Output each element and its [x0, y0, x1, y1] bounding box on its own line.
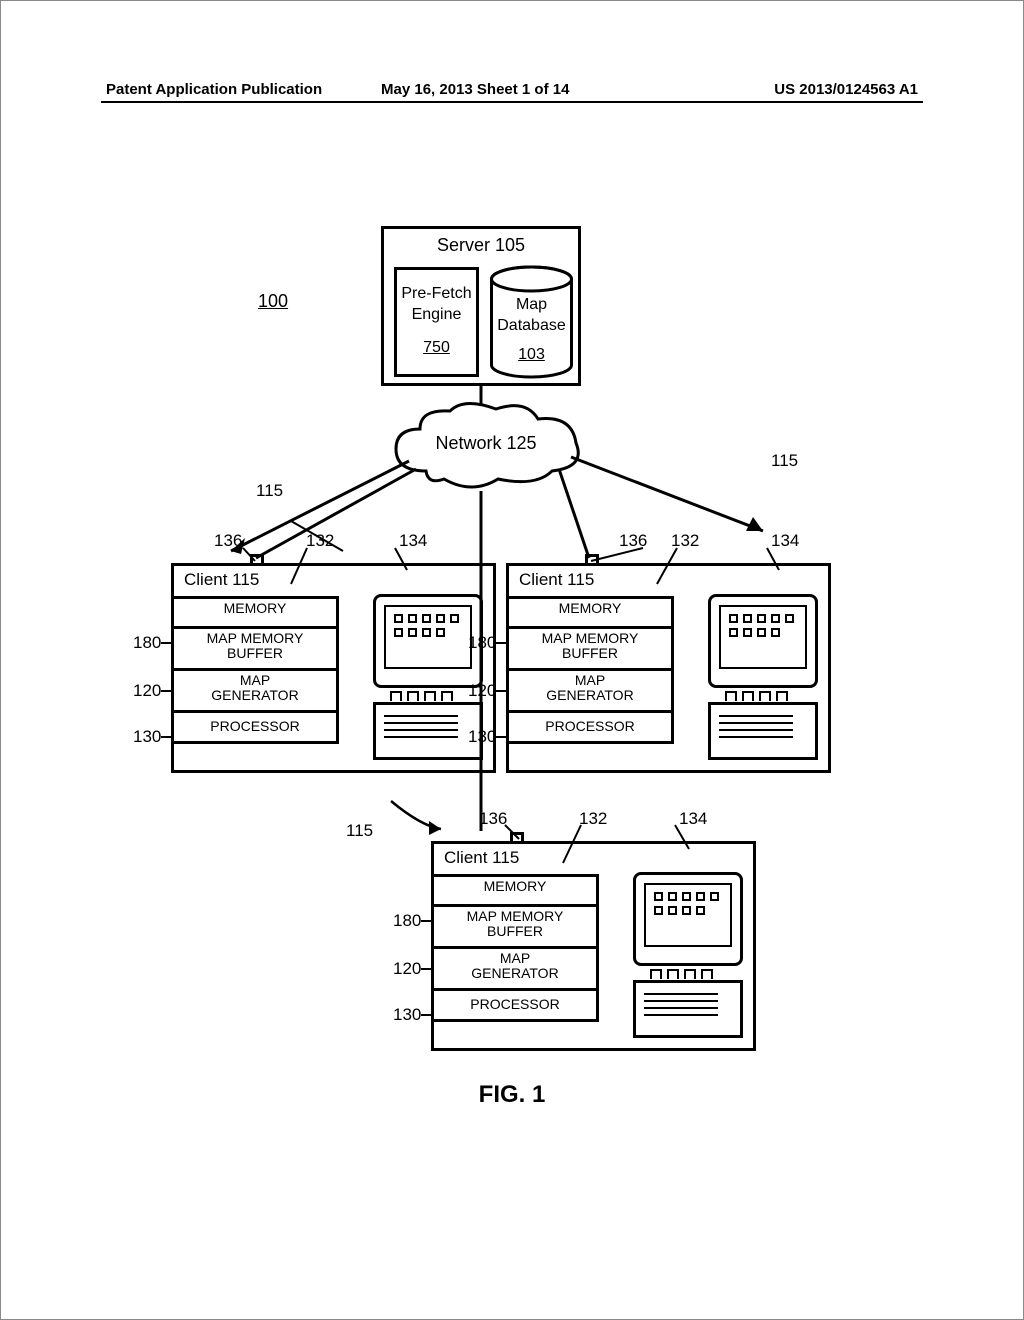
memory-stack-2: MEMORY MAP MEMORY BUFFER MAP GENERATOR P… — [506, 596, 674, 744]
header-left: Patent Application Publication — [106, 81, 322, 98]
processor-row: PROCESSOR — [171, 710, 339, 744]
prefetch-l1: Pre-Fetch — [397, 284, 476, 305]
ref-120-c3: 120 — [393, 959, 421, 979]
memory-row: MEMORY — [506, 596, 674, 626]
map-memory-buffer-row: MAP MEMORY BUFFER — [431, 904, 599, 946]
ref-180-c3: 180 — [393, 911, 421, 931]
server-box: Server 105 Pre-Fetch Engine 750 Map Data… — [381, 226, 581, 386]
client-title-2: Client 115 — [519, 570, 594, 590]
map-generator-row: MAP GENERATOR — [506, 668, 674, 710]
device-box-icon — [633, 980, 743, 1038]
db-ref: 103 — [489, 345, 574, 366]
side-leaders-c1 — [159, 637, 173, 747]
map-database-cylinder: Map Database 103 — [489, 267, 574, 377]
map-mem-l1: MAP MEMORY — [174, 631, 336, 646]
prefetch-l2: Engine — [397, 305, 476, 326]
client-ref-left: 115 — [256, 481, 283, 501]
map-gen-l2: GENERATOR — [434, 966, 596, 981]
ref-120-c2: 120 — [468, 681, 496, 701]
header-rule — [101, 101, 923, 103]
map-mem-l2: BUFFER — [434, 924, 596, 939]
header-middle: May 16, 2013 Sheet 1 of 14 — [381, 81, 569, 98]
ref-120-c1: 120 — [133, 681, 161, 701]
map-generator-row: MAP GENERATOR — [431, 946, 599, 988]
client-title-3: Client 115 — [444, 848, 519, 868]
side-leaders-c3 — [419, 915, 433, 1025]
processor-row: PROCESSOR — [431, 988, 599, 1022]
ref-180-c1: 180 — [133, 633, 161, 653]
memory-row: MEMORY — [431, 874, 599, 904]
ref-130-c2: 130 — [468, 727, 496, 747]
db-l2: Database — [489, 316, 574, 337]
phone-icon — [373, 594, 483, 688]
client-box-2: Client 115 MEMORY MAP MEMORY BUFFER MAP … — [506, 563, 831, 773]
map-mem-l1: MAP MEMORY — [509, 631, 671, 646]
phone-screen — [384, 605, 472, 669]
prefetch-engine-box: Pre-Fetch Engine 750 — [394, 267, 479, 377]
client-box-3: Client 115 MEMORY MAP MEMORY BUFFER MAP … — [431, 841, 756, 1051]
side-leaders-c2 — [494, 637, 508, 747]
phone-icon — [633, 872, 743, 966]
client-ref-bottom: 115 — [346, 821, 373, 841]
map-mem-l2: BUFFER — [509, 646, 671, 661]
map-memory-buffer-row: MAP MEMORY BUFFER — [171, 626, 339, 668]
memory-stack-1: MEMORY MAP MEMORY BUFFER MAP GENERATOR P… — [171, 596, 339, 744]
client-title-1: Client 115 — [184, 570, 259, 590]
antenna-icon — [250, 554, 264, 564]
phone-icon — [708, 594, 818, 688]
memory-stack-3: MEMORY MAP MEMORY BUFFER MAP GENERATOR P… — [431, 874, 599, 1022]
device-box-icon — [373, 702, 483, 760]
processor-row: PROCESSOR — [506, 710, 674, 744]
map-gen-l2: GENERATOR — [509, 688, 671, 703]
map-gen-l1: MAP — [434, 951, 596, 966]
ref-180-c2: 180 — [468, 633, 496, 653]
phone-screen — [719, 605, 807, 669]
device-box-icon — [708, 702, 818, 760]
ref-130-c1: 130 — [133, 727, 161, 747]
server-title: Server 105 — [384, 235, 578, 256]
prefetch-ref: 750 — [397, 338, 476, 359]
map-gen-l1: MAP — [509, 673, 671, 688]
page: Patent Application Publication May 16, 2… — [0, 0, 1024, 1320]
client-box-1: Client 115 MEMORY MAP MEMORY BUFFER MAP … — [171, 563, 496, 773]
map-mem-l1: MAP MEMORY — [434, 909, 596, 924]
map-memory-buffer-row: MAP MEMORY BUFFER — [506, 626, 674, 668]
map-gen-l1: MAP — [174, 673, 336, 688]
memory-row: MEMORY — [171, 596, 339, 626]
figure-caption: FIG. 1 — [1, 1081, 1023, 1109]
phone-screen — [644, 883, 732, 947]
client-ref-right: 115 — [771, 451, 798, 471]
map-gen-l2: GENERATOR — [174, 688, 336, 703]
ref-130-c3: 130 — [393, 1005, 421, 1025]
db-l1: Map — [489, 295, 574, 316]
header-right: US 2013/0124563 A1 — [774, 81, 918, 98]
antenna-icon — [585, 554, 599, 564]
system-ref: 100 — [258, 291, 288, 312]
map-mem-l2: BUFFER — [174, 646, 336, 661]
antenna-icon — [510, 832, 524, 842]
map-generator-row: MAP GENERATOR — [171, 668, 339, 710]
